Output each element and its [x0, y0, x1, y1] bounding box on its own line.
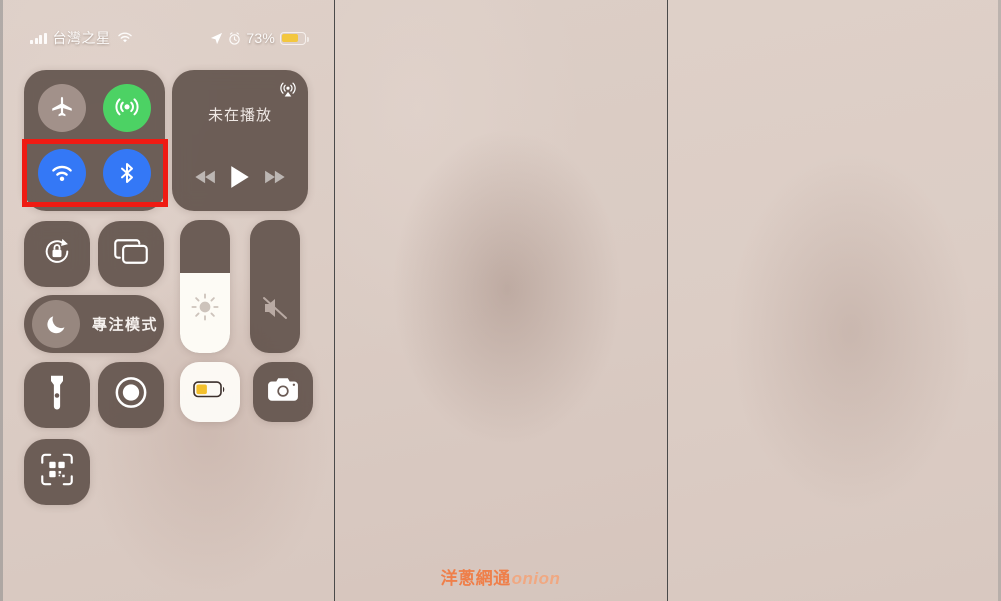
brightness-sun-icon: [190, 292, 220, 327]
cellular-bars-icon: [30, 32, 47, 44]
bluetooth-toggle[interactable]: [103, 149, 151, 197]
brightness-slider[interactable]: [180, 220, 230, 353]
connectivity-card[interactable]: [24, 70, 165, 211]
battery-low-power-icon: [193, 381, 227, 404]
location-arrow-icon: [211, 32, 223, 44]
carrier-label: 台灣之星: [52, 30, 111, 46]
play-icon[interactable]: [230, 165, 250, 189]
screen-mirroring-icon: [113, 237, 149, 272]
watermark-cn: 洋蔥網通: [440, 569, 511, 588]
wifi-icon: [52, 165, 72, 182]
speaker-muted-icon: [261, 294, 289, 327]
wifi-toggle[interactable]: [38, 149, 86, 197]
panel-divider-2: [667, 0, 668, 601]
screen-record-toggle[interactable]: [98, 362, 164, 428]
airplane-icon: [52, 96, 72, 117]
media-controls: [172, 165, 308, 189]
battery-percent-label: 73%: [246, 30, 275, 46]
volume-slider[interactable]: [250, 220, 300, 353]
status-bar-right: 73%: [210, 30, 309, 46]
focus-mode-label: 專注模式: [92, 316, 159, 334]
fast-forward-icon[interactable]: [263, 169, 285, 185]
battery-icon: [280, 31, 309, 45]
wallpaper-background-3: [667, 0, 1001, 601]
focus-mode-toggle[interactable]: 專注模式: [24, 295, 164, 353]
flashlight-toggle[interactable]: [24, 362, 90, 428]
screen-record-icon: [114, 376, 148, 415]
panel-divider-1: [334, 0, 335, 601]
camera-icon: [267, 377, 299, 408]
cellular-antenna-icon: [115, 98, 139, 116]
airplane-mode-toggle[interactable]: [38, 84, 86, 132]
panel-expanded-connectivity: 飛航模式 關閉 行動數據 開啟 Wi-Fi: [334, 0, 667, 601]
status-bar: 台灣之星 73%: [0, 28, 334, 48]
rotation-lock-toggle[interactable]: [24, 221, 90, 287]
three-panel-tutorial-stage: 台灣之星 73% 未在播放 專注模式 洋蔥網通onion: [0, 0, 1001, 601]
qr-code-scanner-shortcut[interactable]: [24, 439, 90, 505]
wallpaper-background-2: [334, 0, 667, 601]
flashlight-icon: [48, 375, 66, 416]
now-playing-card[interactable]: 未在播放: [172, 70, 308, 211]
low-power-mode-toggle[interactable]: [180, 362, 240, 422]
camera-shortcut[interactable]: [253, 362, 313, 422]
now-playing-title: 未在播放: [207, 107, 272, 124]
wifi-icon: [117, 32, 132, 43]
status-bar-left: 台灣之星: [30, 28, 133, 48]
screen-mirroring-toggle[interactable]: [98, 221, 164, 287]
panel-control-center-overview: 台灣之星 73% 未在播放 專注模式: [0, 0, 334, 601]
screen-edge-left: [0, 0, 3, 601]
moon-icon: [32, 300, 80, 348]
cellular-data-toggle[interactable]: [103, 84, 151, 132]
qr-code-icon: [40, 453, 74, 492]
rotation-lock-icon: [40, 235, 74, 274]
panel-airdrop-options: AirDrop 關閉接收 只限聯絡人 所有人: [667, 0, 1001, 601]
airplay-audio-icon[interactable]: [278, 79, 298, 104]
watermark-en: onion: [511, 569, 561, 588]
rewind-icon[interactable]: [194, 169, 217, 185]
watermark: 洋蔥網通onion: [0, 564, 1001, 589]
alarm-clock-icon: [229, 31, 241, 45]
bluetooth-icon: [121, 163, 133, 183]
